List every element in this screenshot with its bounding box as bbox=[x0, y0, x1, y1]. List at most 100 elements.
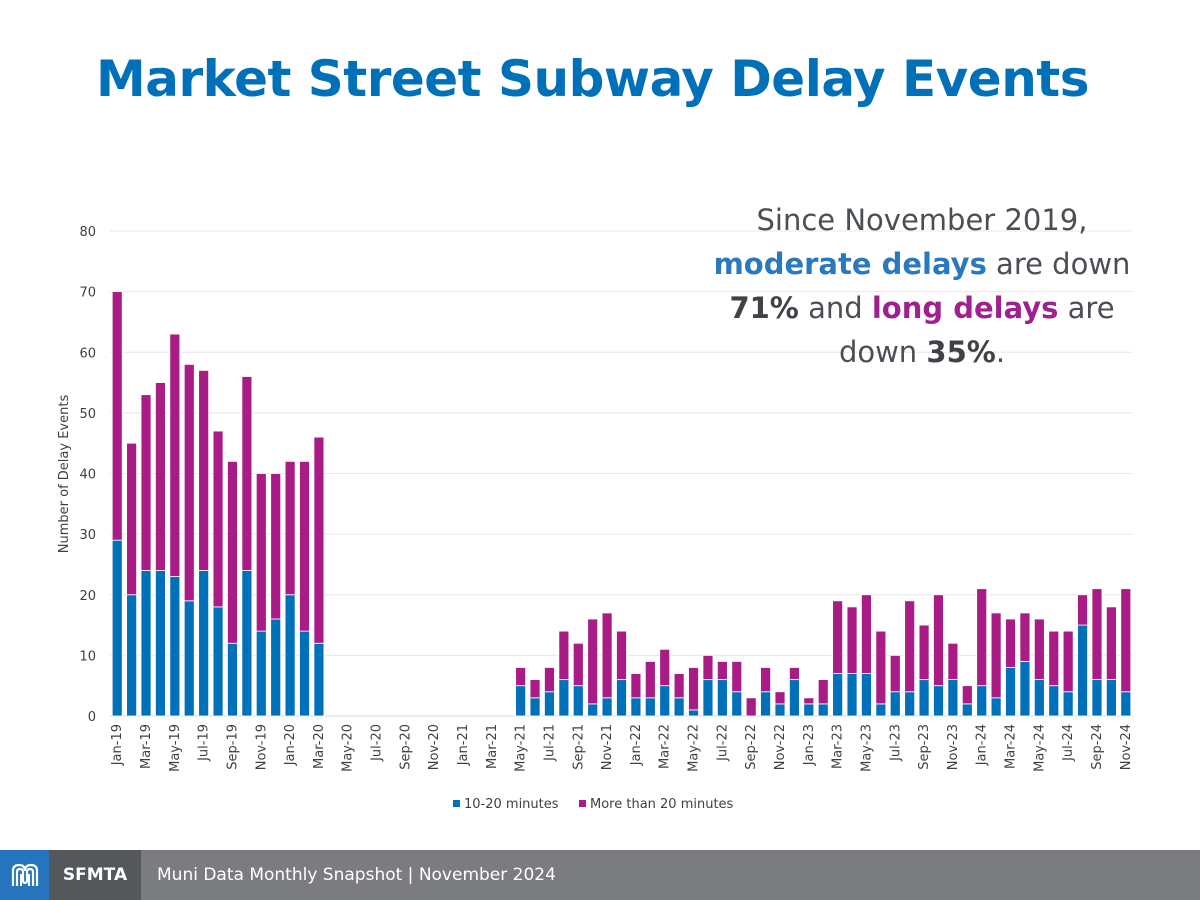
x-tick-label: Jul-23 bbox=[888, 724, 903, 762]
muni-worm-logo-icon bbox=[0, 850, 49, 900]
annotation-text: and bbox=[798, 291, 872, 325]
bar-moderate-Feb-20 bbox=[299, 630, 310, 717]
bar-moderate-Apr-23 bbox=[846, 673, 858, 717]
bar-moderate-May-22 bbox=[688, 709, 699, 717]
bar-moderate-Jan-19 bbox=[111, 539, 123, 717]
bar-long-Feb-23 bbox=[817, 679, 829, 705]
bar-long-Nov-19 bbox=[255, 473, 267, 632]
bar-moderate-Jul-22 bbox=[716, 679, 728, 717]
y-tick-label: 20 bbox=[79, 589, 96, 604]
bar-long-Jan-23 bbox=[803, 697, 815, 705]
bar-moderate-Mar-19 bbox=[140, 570, 152, 717]
y-tick-label: 70 bbox=[79, 286, 96, 301]
x-tick-label: Mar-23 bbox=[831, 724, 846, 769]
bar-moderate-Mar-20 bbox=[313, 642, 325, 717]
bar-moderate-Apr-19 bbox=[155, 570, 166, 717]
x-tick-label: Jul-21 bbox=[542, 724, 557, 762]
legend: 10-20 minutes More than 20 minutes bbox=[453, 797, 734, 812]
bar-long-Jun-24 bbox=[1048, 630, 1060, 687]
bar-long-Feb-24 bbox=[990, 612, 1002, 699]
bar-long-Jan-24 bbox=[976, 588, 988, 687]
bar-long-Feb-20 bbox=[299, 460, 310, 632]
bar-long-May-21 bbox=[515, 667, 527, 687]
bar-moderate-Oct-22 bbox=[760, 691, 771, 717]
x-tick-label: Jul-22 bbox=[715, 724, 730, 762]
legend-label: More than 20 minutes bbox=[590, 797, 734, 812]
bar-long-May-23 bbox=[861, 594, 872, 674]
bar-moderate-Nov-21 bbox=[601, 697, 613, 717]
bar-long-Mar-24 bbox=[1005, 618, 1016, 668]
bar-long-Nov-21 bbox=[601, 612, 613, 699]
bar-long-Jul-24 bbox=[1062, 630, 1074, 693]
bar-moderate-Apr-24 bbox=[1019, 661, 1031, 717]
x-tick-label: May-20 bbox=[341, 724, 356, 772]
bar-long-Aug-22 bbox=[731, 661, 743, 693]
bar-long-Sep-22 bbox=[745, 697, 757, 717]
bar-long-Oct-22 bbox=[760, 667, 771, 693]
bar-moderate-Feb-22 bbox=[644, 697, 656, 717]
x-tick-label: May-22 bbox=[687, 724, 702, 772]
bar-moderate-Jul-21 bbox=[544, 691, 555, 717]
bar-long-May-24 bbox=[1033, 618, 1045, 681]
x-tick-label: Jan-20 bbox=[283, 724, 298, 766]
annotation-line-3: 71% and long delays are bbox=[700, 286, 1144, 330]
x-tick-label: Sep-20 bbox=[398, 724, 413, 770]
stacked-bar-chart: 0 10 20 30 40 50 60 70 80 Jan-19 Mar-19 May-19 Jul-… bbox=[57, 225, 1134, 812]
y-tick-label: 80 bbox=[79, 225, 96, 240]
bar-long-Dec-19 bbox=[270, 473, 282, 620]
sfmta-brand: SFMTA bbox=[49, 850, 141, 900]
x-tick-label: Jan-24 bbox=[975, 724, 990, 766]
bar-long-Aug-23 bbox=[904, 600, 916, 693]
bar-moderate-Jan-24 bbox=[976, 685, 988, 717]
bar-moderate-Dec-21 bbox=[616, 679, 627, 717]
x-tick-label: Nov-22 bbox=[773, 724, 788, 770]
y-tick-label: 50 bbox=[79, 407, 96, 422]
bar-moderate-Jul-23 bbox=[889, 691, 901, 717]
bar-long-Jan-22 bbox=[630, 673, 642, 699]
y-tick-label: 10 bbox=[79, 649, 96, 664]
moderate-pct: 71% bbox=[729, 291, 799, 325]
x-tick-label: Nov-20 bbox=[427, 724, 442, 770]
bar-moderate-Jun-22 bbox=[702, 679, 714, 717]
x-tick-label: Nov-24 bbox=[1119, 724, 1134, 770]
moderate-delays-highlight: moderate delays bbox=[713, 247, 987, 281]
x-tick-label: Jan-22 bbox=[629, 724, 644, 766]
bar-long-Oct-23 bbox=[933, 594, 944, 687]
bar-long-Jul-19 bbox=[198, 370, 210, 571]
bar-moderate-Dec-23 bbox=[961, 703, 973, 717]
annotation-text: are down bbox=[986, 247, 1131, 281]
annotation-text: . bbox=[995, 335, 1006, 369]
bar-moderate-Nov-19 bbox=[255, 630, 267, 717]
x-tick-label: May-19 bbox=[168, 724, 183, 772]
y-tick-label: 30 bbox=[79, 528, 96, 543]
bar-long-Apr-24 bbox=[1019, 612, 1031, 662]
bar-moderate-Sep-19 bbox=[227, 642, 238, 717]
x-tick-label: Sep-23 bbox=[917, 724, 932, 770]
bar-moderate-Jun-24 bbox=[1048, 685, 1060, 717]
bar-long-Nov-23 bbox=[947, 642, 959, 681]
y-tick-label: 60 bbox=[79, 346, 96, 361]
bar-long-Oct-19 bbox=[241, 376, 253, 571]
bar-long-Sep-19 bbox=[227, 460, 238, 644]
x-tick-label: Sep-22 bbox=[744, 724, 759, 770]
x-tick-label: Sep-21 bbox=[571, 724, 586, 770]
long-delays-highlight: long delays bbox=[871, 291, 1059, 325]
bar-long-Mar-19 bbox=[140, 394, 152, 571]
annotation-line-4: down 35%. bbox=[700, 330, 1144, 374]
bar-long-Jan-19 bbox=[111, 291, 123, 541]
bar-moderate-Mar-22 bbox=[659, 685, 671, 717]
bar-long-Aug-24 bbox=[1077, 594, 1088, 626]
bar-moderate-Oct-19 bbox=[241, 570, 253, 717]
bar-moderate-Jun-23 bbox=[875, 703, 887, 717]
bar-moderate-Jan-20 bbox=[284, 594, 296, 717]
bar-moderate-May-21 bbox=[515, 685, 527, 717]
bar-moderate-Oct-24 bbox=[1105, 679, 1117, 717]
bar-long-Jul-23 bbox=[889, 654, 901, 693]
bar-long-Dec-23 bbox=[961, 685, 973, 705]
bar-long-Jun-23 bbox=[875, 630, 887, 705]
bar-moderate-Jun-21 bbox=[529, 697, 541, 717]
bar-long-Oct-24 bbox=[1105, 606, 1117, 681]
x-tick-label: Sep-24 bbox=[1090, 724, 1105, 770]
bar-long-May-22 bbox=[688, 667, 699, 711]
bar-moderate-Feb-19 bbox=[126, 594, 138, 717]
